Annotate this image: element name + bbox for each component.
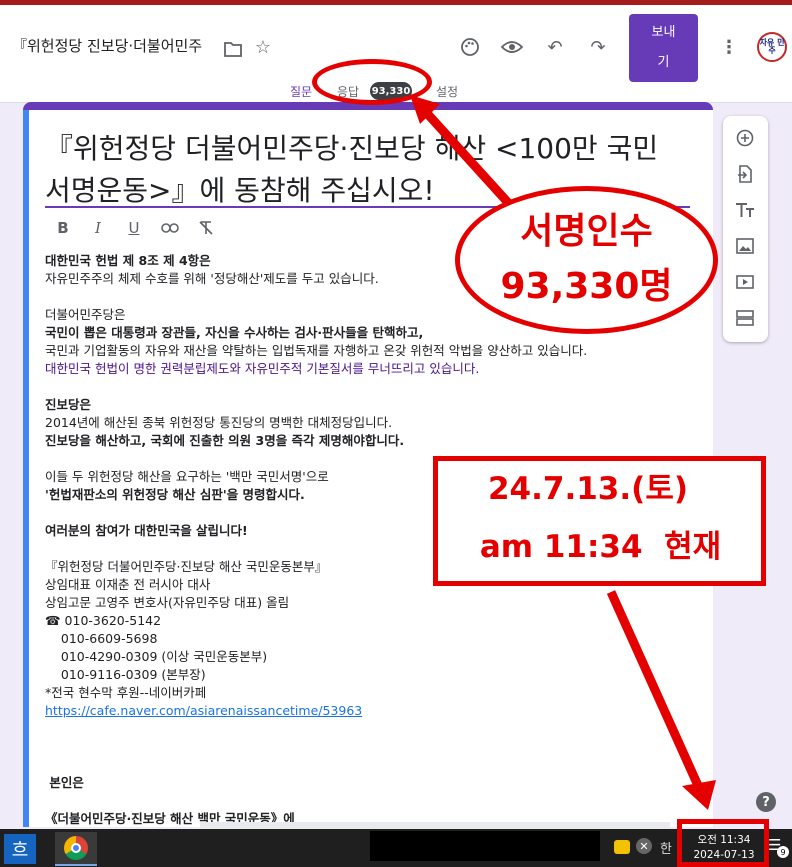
window-bottom-strip bbox=[200, 822, 670, 829]
notification-icon[interactable]: ☰ 9 bbox=[768, 836, 789, 858]
signatures-label: 서명인수 bbox=[520, 211, 653, 252]
timestamp-time: am 11:34 현재 bbox=[479, 529, 722, 565]
ime-indicator[interactable]: 한 bbox=[660, 838, 672, 857]
close-tray-icon[interactable]: ✕ bbox=[636, 838, 652, 854]
arrow-to-clock-head bbox=[682, 780, 716, 810]
redacted-area bbox=[370, 831, 600, 861]
timestamp-date: 24.7.13.(토) bbox=[487, 471, 689, 507]
clock-date: 2024-07-13 bbox=[693, 849, 755, 861]
hancom-app-icon[interactable]: 흐 bbox=[4, 834, 36, 864]
system-clock[interactable]: 오전 11:34 2024-07-13 bbox=[683, 829, 765, 867]
clock-time: 오전 11:34 bbox=[697, 834, 751, 846]
kakaotalk-tray-icon[interactable] bbox=[614, 840, 630, 854]
annotation-arrows bbox=[410, 95, 716, 810]
chrome-taskbar-icon[interactable] bbox=[55, 832, 97, 866]
arrow-to-clock bbox=[606, 590, 705, 792]
notification-count: 9 bbox=[777, 846, 789, 858]
hancom-app-label: 흐 bbox=[11, 840, 29, 861]
signatures-value: 93,330명 bbox=[500, 266, 673, 307]
chrome-icon bbox=[64, 836, 88, 860]
